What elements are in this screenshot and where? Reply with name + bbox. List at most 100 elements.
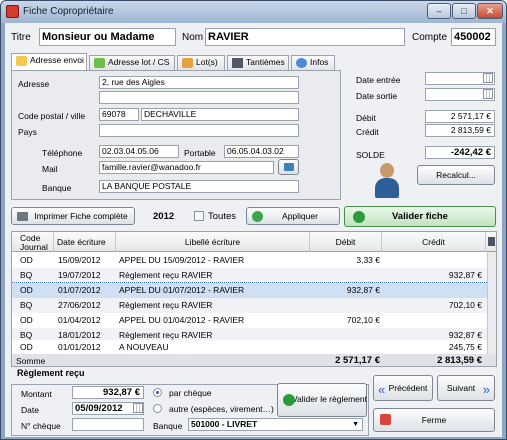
- printer-icon: [17, 212, 28, 221]
- par-cheque-label: par chèque: [169, 388, 212, 398]
- appliquer-button[interactable]: Appliquer: [246, 207, 340, 225]
- compte-field[interactable]: 450002: [451, 28, 496, 46]
- close-button[interactable]: ✕: [477, 3, 503, 19]
- tab-strip: Adresse envoi Adresse lot / CS Lot(s) Ta…: [11, 53, 341, 70]
- minimize-button[interactable]: –: [427, 3, 451, 19]
- telephone-field[interactable]: 02.03.04.05.06: [99, 145, 179, 158]
- precedent-button[interactable]: « Précédent: [373, 375, 433, 401]
- info-icon: [296, 58, 307, 68]
- check-icon: [283, 394, 295, 406]
- calendar-icon[interactable]: [133, 403, 143, 413]
- reglement-title: Règlement reçu: [17, 368, 85, 378]
- col-libelle[interactable]: Libellé écriture: [116, 232, 310, 252]
- cp-field[interactable]: 69078: [99, 108, 139, 121]
- toutes-checkbox[interactable]: [194, 211, 204, 221]
- table-row[interactable]: OD 01/04/2012 APPEL DU 01/04/2012 - RAVI…: [12, 313, 496, 328]
- compte-label: Compte: [412, 32, 448, 43]
- debit-label: Débit: [356, 113, 376, 123]
- double-chevron-right-icon: »: [482, 382, 490, 397]
- window-title: Fiche Copropriétaire: [23, 6, 114, 17]
- valider-reglement-button[interactable]: Valider le règlement: [277, 383, 367, 417]
- mail-label: Mail: [42, 164, 58, 174]
- apply-icon: [252, 211, 263, 222]
- table-row[interactable]: OD 01/01/2012 A NOUVEAU 245,75 €: [12, 340, 496, 355]
- suivant-button[interactable]: Suivant »: [437, 375, 495, 401]
- cp-label: Code postal / ville: [18, 111, 86, 121]
- table-row[interactable]: OD 15/09/2012 APPEL DU 15/09/2012 - RAVI…: [12, 253, 496, 268]
- telephone-label: Téléphone: [42, 148, 83, 158]
- sum-credit: 2 813,59 €: [437, 355, 482, 366]
- send-mail-button[interactable]: [278, 159, 299, 175]
- adresse-line2[interactable]: [99, 91, 299, 104]
- tab-adresse-envoi[interactable]: Adresse envoi: [11, 53, 87, 70]
- nom-label: Nom: [182, 32, 204, 43]
- title-bar: Fiche Copropriétaire – □ ✕: [1, 1, 506, 23]
- recalcul-button[interactable]: Recalcul...: [417, 165, 495, 185]
- mail-field[interactable]: famille.ravier@wanadoo.fr: [99, 161, 274, 174]
- form-client: Titre Monsieur ou Madame Nom RAVIER Comp…: [5, 23, 502, 437]
- reg-banque-select[interactable]: 501000 - LIVRET ▼: [188, 418, 363, 431]
- calendar-icon[interactable]: [483, 73, 493, 83]
- fermer-button[interactable]: Ferme: [373, 408, 495, 432]
- check-icon: [353, 211, 365, 223]
- sum-label: Somme: [16, 356, 46, 366]
- address-panel: Adresse 2, rue des Aigles Code postal / …: [11, 70, 341, 200]
- tab-lots[interactable]: Lot(s): [177, 55, 225, 70]
- credit-label: Crédit: [356, 127, 379, 137]
- cheque-field[interactable]: [72, 418, 144, 431]
- montant-field[interactable]: 932,87 €: [72, 386, 144, 399]
- autre-radio[interactable]: [153, 404, 162, 413]
- calendar-icon[interactable]: [483, 89, 493, 99]
- table-sum-row: Somme 2 571,17 € 2 813,59 €: [12, 354, 496, 366]
- window: Fiche Copropriétaire – □ ✕ Titre Monsieu…: [0, 0, 507, 440]
- tab-tantiemes[interactable]: Tantièmes: [227, 55, 289, 70]
- envelope-icon: [16, 56, 27, 66]
- year-label: 2012: [153, 211, 175, 222]
- close-icon: [380, 414, 391, 425]
- table-header: Code Journal Date écriture Libellé écrit…: [12, 232, 496, 252]
- reg-banque-label: Banque: [153, 421, 183, 431]
- credit-total-field: 2 813,59 €: [425, 124, 495, 137]
- pays-field[interactable]: [99, 124, 299, 137]
- solde-field: -242,42 €: [425, 146, 495, 159]
- portable-label: Portable: [184, 148, 216, 158]
- titre-field[interactable]: Monsieur ou Madame: [39, 28, 176, 46]
- tab-infos[interactable]: Infos: [291, 55, 335, 70]
- address-icon: [94, 58, 105, 68]
- banque-field[interactable]: LA BANQUE POSTALE: [99, 180, 299, 193]
- par-cheque-radio[interactable]: [153, 388, 162, 397]
- maximize-button[interactable]: □: [452, 3, 476, 19]
- cheque-label: N° chèque: [21, 421, 61, 431]
- date-sortie-label: Date sortie: [356, 91, 398, 101]
- mail-icon: [284, 163, 294, 171]
- ecritures-table: Code Journal Date écriture Libellé écrit…: [11, 231, 497, 367]
- list-icon: [232, 58, 243, 68]
- solde-label: SOLDE: [356, 150, 385, 160]
- table-scrollbar[interactable]: [487, 252, 496, 354]
- montant-label: Montant: [21, 389, 52, 399]
- valider-fiche-button[interactable]: Valider fiche: [344, 206, 496, 227]
- house-icon: [182, 58, 193, 68]
- table-row-selected[interactable]: OD 01/07/2012 APPEL DU 01/07/2012 - RAVI…: [12, 282, 496, 299]
- col-credit[interactable]: Crédit: [382, 232, 486, 252]
- date-label: Date: [21, 405, 39, 415]
- app-icon: [6, 5, 19, 18]
- toutes-label: Toutes: [208, 211, 236, 222]
- titre-label: Titre: [11, 32, 31, 43]
- nom-field[interactable]: RAVIER: [205, 28, 405, 46]
- adresse-label: Adresse: [18, 79, 50, 89]
- col-debit[interactable]: Débit: [310, 232, 382, 252]
- adresse-line1[interactable]: 2, rue des Aigles: [99, 76, 299, 89]
- autre-label: autre (espèces, virement…): [169, 404, 274, 414]
- tab-adresse-lot[interactable]: Adresse lot / CS: [89, 55, 175, 70]
- table-row[interactable]: BQ 27/06/2012 Règlement reçu RAVIER 702,…: [12, 298, 496, 313]
- trash-icon[interactable]: [486, 232, 496, 252]
- portable-field[interactable]: 06.05.04.03.02: [224, 145, 299, 158]
- print-fiche-button[interactable]: Imprimer Fiche complète: [11, 207, 135, 225]
- table-row[interactable]: BQ 19/07/2012 Règlement reçu RAVIER 932,…: [12, 268, 496, 283]
- col-date-ecriture[interactable]: Date écriture: [54, 232, 116, 252]
- reglement-section: Montant 932,87 € Date 05/09/2012 N° chèq…: [11, 383, 369, 436]
- col-code-journal[interactable]: Code Journal: [12, 232, 54, 252]
- ville-field[interactable]: DECHAVILLE: [141, 108, 299, 121]
- banque-label: Banque: [42, 183, 72, 193]
